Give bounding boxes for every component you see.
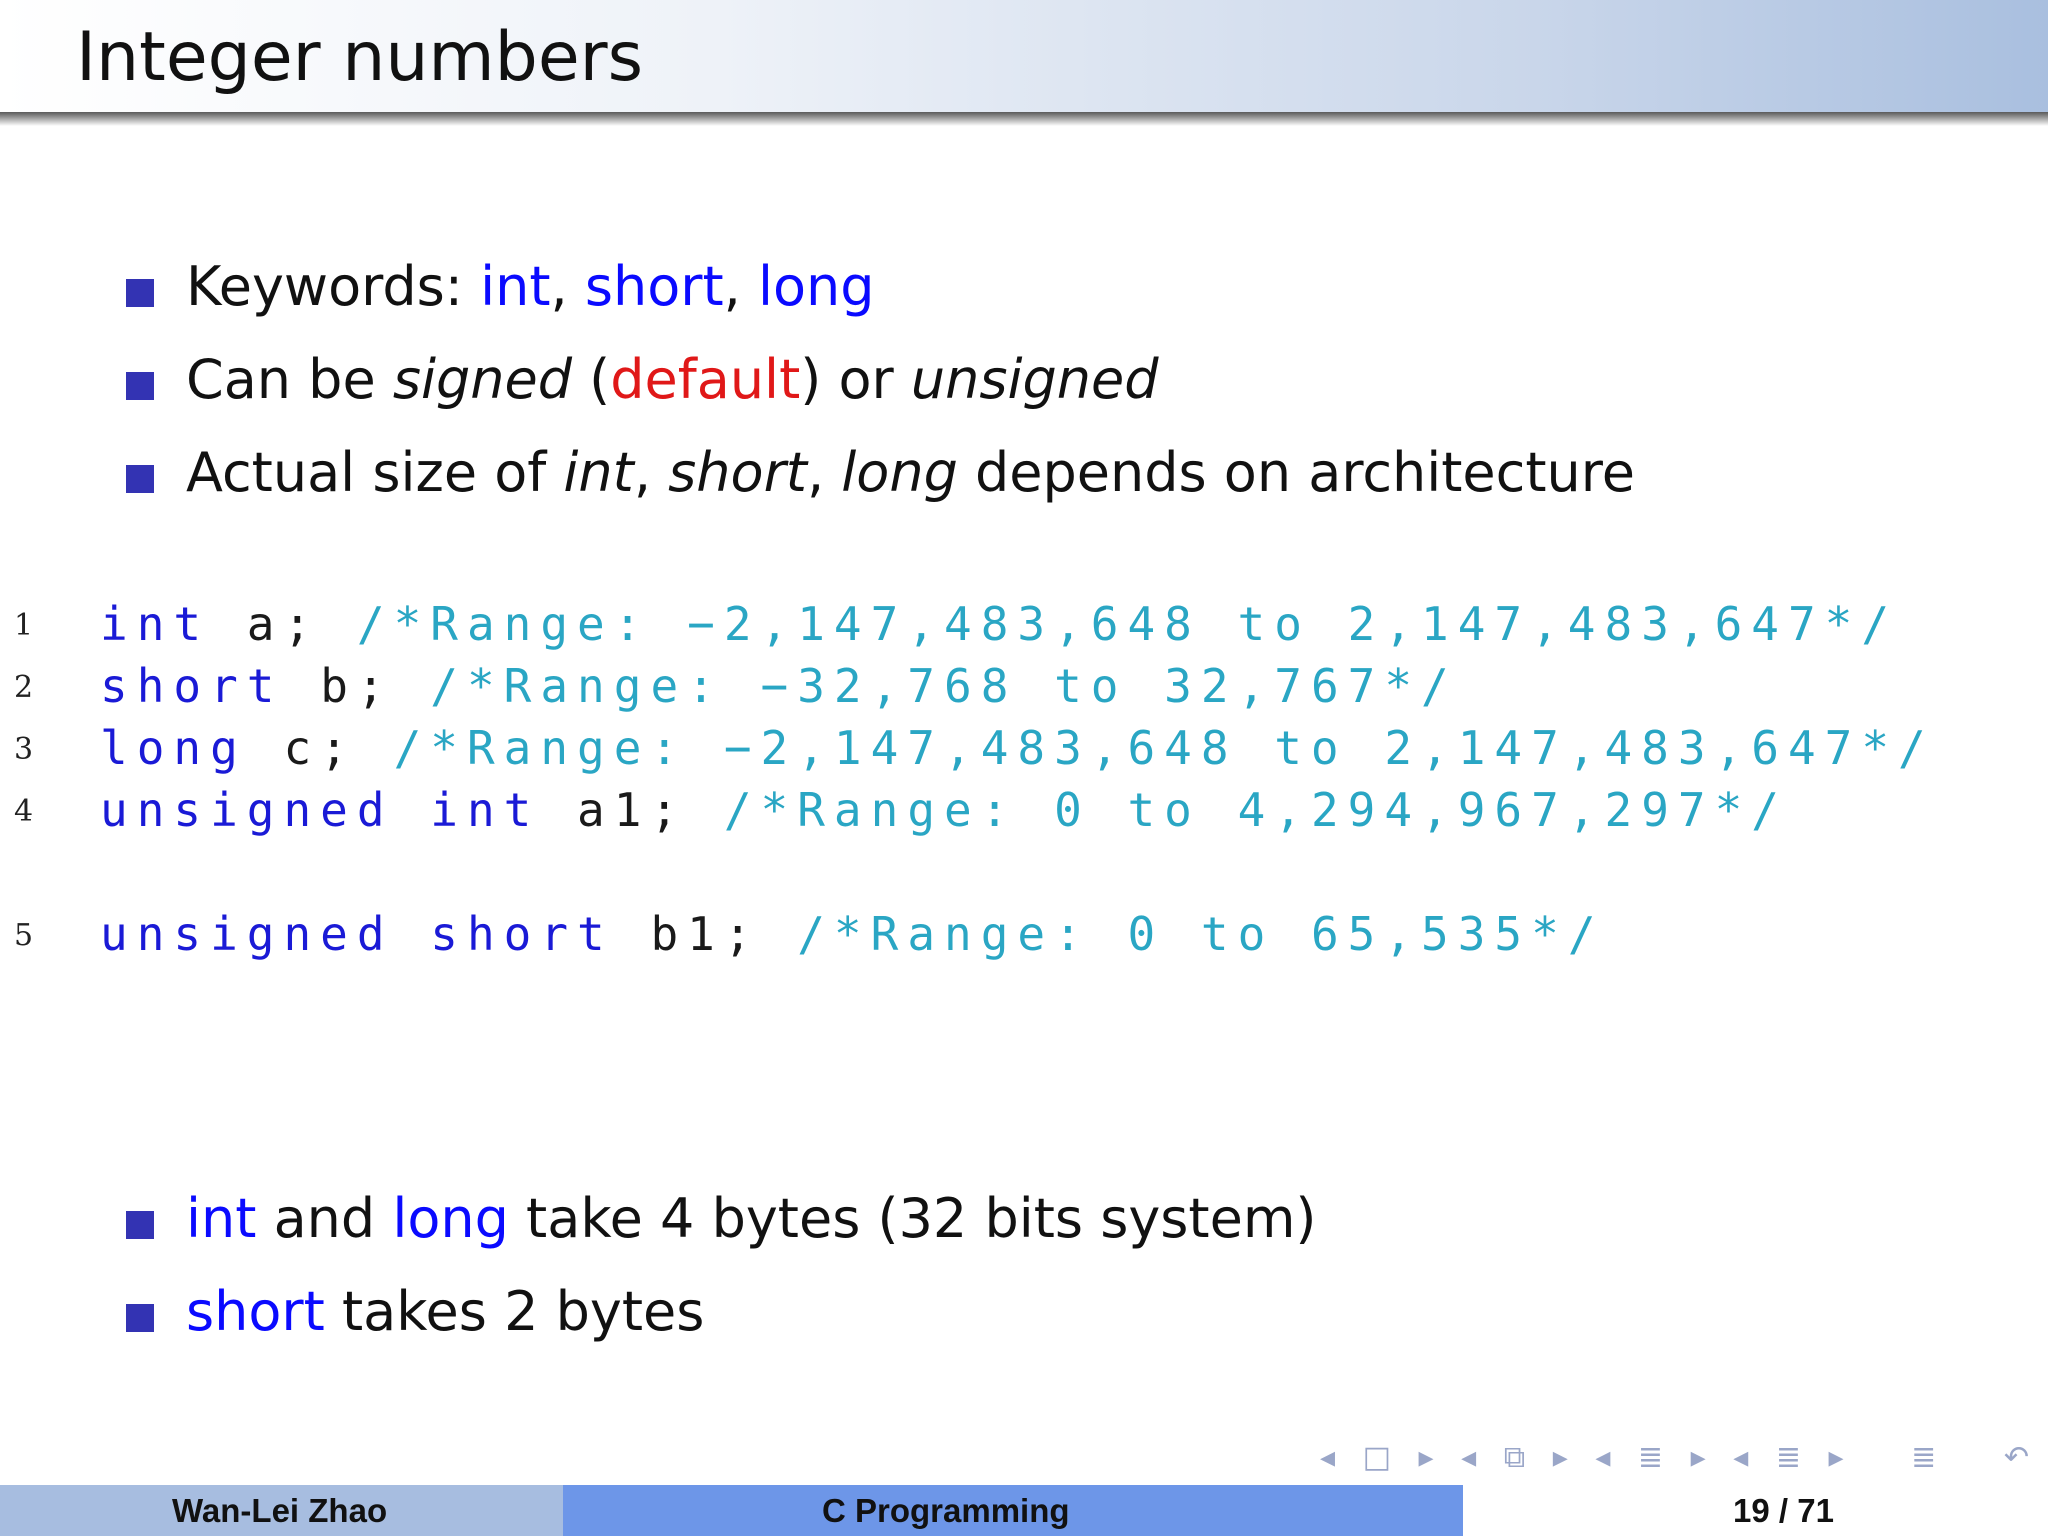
- code-text: short b; /*Range: −32,768 to 32,767*/: [100, 656, 1458, 716]
- footer-page-box: 19 / 71: [1463, 1485, 2048, 1536]
- doc-icon[interactable]: ≣: [1776, 1440, 1801, 1475]
- code-comment: /*Range: −2,147,483,648 to 2,147,483,647…: [356, 597, 1899, 651]
- next-subsection-icon[interactable]: ▸: [1553, 1440, 1568, 1475]
- footer: Wan-Lei Zhao C Programming 19 / 71: [0, 1485, 2048, 1536]
- next-doc-icon[interactable]: ▸: [1829, 1440, 1844, 1475]
- code-comment: /*Range: 0 to 65,535*/: [797, 907, 1605, 961]
- bullet-text-part: int: [186, 1187, 257, 1250]
- code-text: int a; /*Range: −2,147,483,648 to 2,147,…: [100, 594, 1898, 654]
- code-line: 3 long c; /*Range: −2,147,483,648 to 2,14…: [0, 718, 2048, 778]
- line-number: 3: [14, 732, 34, 767]
- code-keyword: unsigned int: [100, 783, 541, 837]
- line-number: 5: [14, 918, 34, 953]
- bullet-item: int and long take 4 bytes (32 bits syste…: [126, 1172, 1317, 1265]
- footer-author: Wan-Lei Zhao: [172, 1492, 388, 1529]
- code-keyword: unsigned short: [100, 907, 614, 961]
- code-identifier: a1;: [577, 783, 688, 837]
- footer-course-box: C Programming: [563, 1485, 1463, 1536]
- line-number: 4: [14, 794, 34, 829]
- code-comment: /*Range: 0 to 4,294,967,297*/: [723, 783, 1788, 837]
- code-keyword: short: [100, 659, 284, 713]
- prev-doc-icon[interactable]: ◂: [1733, 1440, 1748, 1475]
- bullet-text-part: short: [186, 1280, 325, 1343]
- code-identifier: c;: [283, 721, 357, 775]
- code-keyword: int: [100, 597, 211, 651]
- code-text: long c; /*Range: −2,147,483,648 to 2,147…: [100, 718, 1935, 778]
- code-identifier: b;: [320, 659, 394, 713]
- prev-section-icon[interactable]: ◂: [1595, 1440, 1610, 1475]
- code-text: unsigned int a1; /*Range: 0 to 4,294,967…: [100, 780, 1788, 840]
- align-icon[interactable]: ≣: [1911, 1440, 1936, 1475]
- bullet-text-part: long: [392, 1187, 509, 1250]
- bullet-square-icon: [126, 1211, 154, 1239]
- bullet-text-part: and: [256, 1187, 393, 1250]
- bullet-text-part: take 4 bytes (32 bits system): [508, 1187, 1317, 1250]
- code-identifier: a;: [246, 597, 321, 651]
- code-identifier: b1;: [650, 907, 761, 961]
- code-comment: /*Range: −2,147,483,648 to 2,147,483,647…: [393, 721, 1935, 775]
- section-icon[interactable]: ≣: [1638, 1440, 1663, 1475]
- bullet-item: short takes 2 bytes: [126, 1265, 1317, 1358]
- code-text: unsigned short b1; /*Range: 0 to 65,535*…: [100, 904, 1605, 964]
- footer-author-box: Wan-Lei Zhao: [0, 1485, 563, 1536]
- frame-icon[interactable]: □: [1363, 1440, 1391, 1475]
- prev-slide-icon[interactable]: ◂: [1320, 1440, 1335, 1475]
- bullet-text-part: takes 2 bytes: [324, 1280, 705, 1343]
- page-number: 19 / 71: [1733, 1492, 1834, 1529]
- outline-icon[interactable]: ⧉: [1504, 1440, 1525, 1475]
- bullet-list-bottom: int and long take 4 bytes (32 bits syste…: [126, 1172, 1317, 1358]
- next-section-icon[interactable]: ▸: [1691, 1440, 1706, 1475]
- code-line: 5 unsigned short b1; /*Range: 0 to 65,535…: [0, 904, 2048, 964]
- code-comment: /*Range: −32,768 to 32,767*/: [430, 659, 1458, 713]
- code-line: 1 int a; /*Range: −2,147,483,648 to 2,147…: [0, 594, 2048, 654]
- line-number: 2: [14, 670, 34, 705]
- undo-icon[interactable]: ↶: [2004, 1440, 2029, 1475]
- line-number: 1: [14, 608, 34, 643]
- code-line: 4 unsigned int a1; /*Range: 0 to 4,294,96…: [0, 780, 2048, 840]
- code-line: 2 short b; /*Range: −32,768 to 32,767*/: [0, 656, 2048, 716]
- footer-course: C Programming: [822, 1492, 1070, 1529]
- prev-subsection-icon[interactable]: ◂: [1461, 1440, 1476, 1475]
- code-keyword: long: [100, 721, 247, 775]
- bullet-square-icon: [126, 1304, 154, 1332]
- code-listing: 1 int a; /*Range: −2,147,483,648 to 2,147…: [0, 0, 2048, 1000]
- beamer-navigation: ◂ □ ▸ ◂ ⧉ ▸ ◂ ≣ ▸ ◂ ≣ ▸ ≣ ↶ ⌕ ↷: [1320, 1440, 2048, 1480]
- next-slide-icon[interactable]: ▸: [1419, 1440, 1434, 1475]
